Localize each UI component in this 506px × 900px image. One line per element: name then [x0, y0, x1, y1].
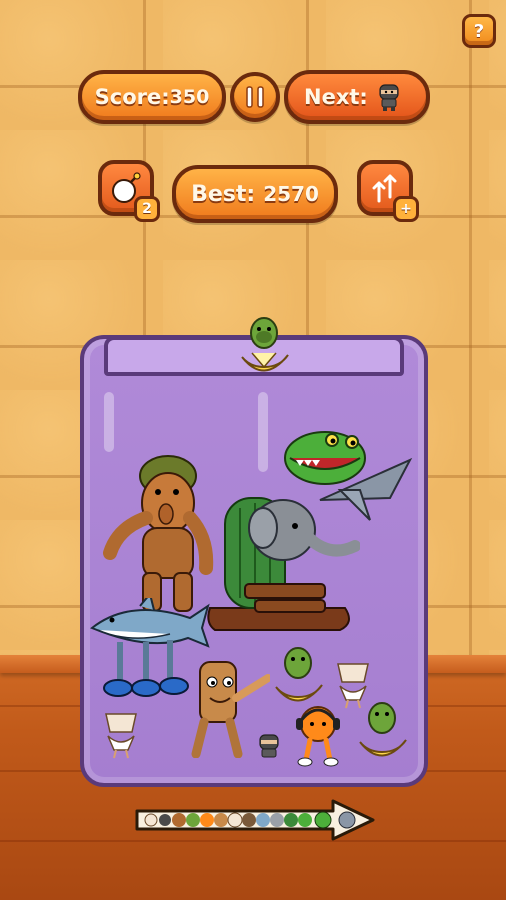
best-value: 2570: [263, 182, 319, 206]
best-label: Best:: [191, 181, 256, 207]
bomb-powerup-button[interactable]: 2: [98, 160, 160, 222]
jar-highlight: [104, 392, 114, 452]
teacup-ballerina-icon: [105, 713, 137, 759]
bomb-count: 2: [142, 201, 152, 217]
gorilla-banana-icon[interactable]: [234, 315, 294, 381]
help-button[interactable]: ?: [462, 14, 496, 48]
evolution-chain-bar: [133, 797, 377, 843]
score-label: Score:: [94, 85, 170, 109]
pause-icon: [246, 86, 264, 108]
ninja-icon: [379, 84, 399, 111]
ninja-icon: [259, 734, 279, 758]
next-label: Next:: [304, 85, 368, 109]
elephant-cactus-sandal-icon: [207, 497, 360, 631]
score-display: Score: 350: [78, 70, 226, 124]
next-display: Next:: [284, 70, 430, 124]
upgrade-powerup-button[interactable]: +: [357, 160, 419, 222]
bomb-count-badge: 2: [134, 196, 160, 222]
best-display: Best: 2570: [172, 165, 338, 223]
help-label: ?: [473, 20, 485, 42]
upgrade-plus-badge: +: [393, 196, 419, 222]
upgrade-badge: +: [400, 201, 412, 217]
orange-headphones-icon: [296, 706, 340, 767]
score-value: 350: [169, 86, 210, 108]
jar-highlight: [258, 392, 268, 472]
evolution-arrow-icon: [135, 799, 375, 841]
pause-button[interactable]: [230, 72, 280, 122]
